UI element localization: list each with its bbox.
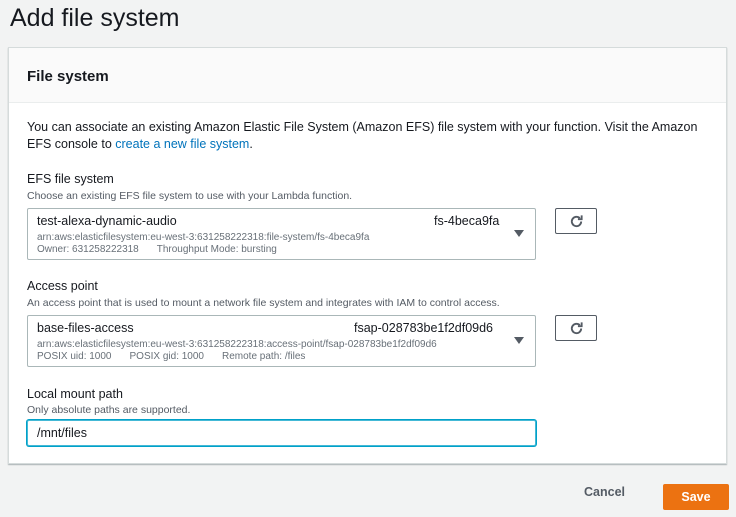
intro-end: . — [249, 137, 253, 151]
remote-path: Remote path: /files — [222, 351, 306, 362]
file-system-panel: File system You can associate an existin… — [8, 47, 727, 464]
caret-down-icon — [514, 230, 524, 237]
refresh-icon — [570, 322, 583, 335]
refresh-icon — [570, 215, 583, 228]
efs-select[interactable]: test-alexa-dynamic-audio fs-4beca9fa arn… — [27, 208, 536, 260]
mount-path-label: Local mount path — [27, 387, 123, 401]
access-point-select[interactable]: base-files-access fsap-028783be1f2df09d6… — [27, 315, 536, 367]
access-point-selected-name: base-files-access — [37, 321, 134, 335]
posix-uid: POSIX uid: 1000 — [37, 351, 112, 362]
access-point-selected-id: fsap-028783be1f2df09d6 — [354, 321, 494, 335]
efs-label: EFS file system — [27, 172, 114, 186]
efs-selected-name: test-alexa-dynamic-audio — [37, 214, 177, 228]
mount-path-description: Only absolute paths are supported. — [27, 404, 191, 416]
efs-details: Owner: 631258222318 Throughput Mode: burs… — [37, 244, 277, 255]
intro-text: You can associate an existing Amazon Ela… — [27, 119, 717, 153]
save-button[interactable]: Save — [663, 484, 729, 510]
panel-title: File system — [27, 68, 109, 85]
caret-down-icon — [514, 337, 524, 344]
efs-description: Choose an existing EFS file system to us… — [27, 190, 353, 202]
create-file-system-link[interactable]: create a new file system — [115, 137, 249, 151]
efs-owner: Owner: 631258222318 — [37, 244, 139, 255]
access-point-refresh-button[interactable] — [555, 315, 597, 341]
cancel-button[interactable]: Cancel — [584, 485, 625, 499]
access-point-details: POSIX uid: 1000 POSIX gid: 1000 Remote pat… — [37, 351, 305, 362]
access-point-label: Access point — [27, 279, 98, 293]
efs-arn: arn:aws:elasticfilesystem:eu-west-3:6312… — [37, 232, 370, 243]
access-point-arn: arn:aws:elasticfilesystem:eu-west-3:6312… — [37, 339, 437, 350]
efs-selected-id: fs-4beca9fa — [434, 214, 500, 228]
posix-gid: POSIX gid: 1000 — [129, 351, 205, 362]
access-point-description: An access point that is used to mount a … — [27, 297, 500, 309]
efs-throughput: Throughput Mode: bursting — [156, 244, 277, 255]
efs-refresh-button[interactable] — [555, 208, 597, 234]
mount-path-input[interactable] — [27, 420, 536, 446]
page-title: Add file system — [10, 4, 180, 32]
panel-header: File system — [9, 48, 726, 103]
